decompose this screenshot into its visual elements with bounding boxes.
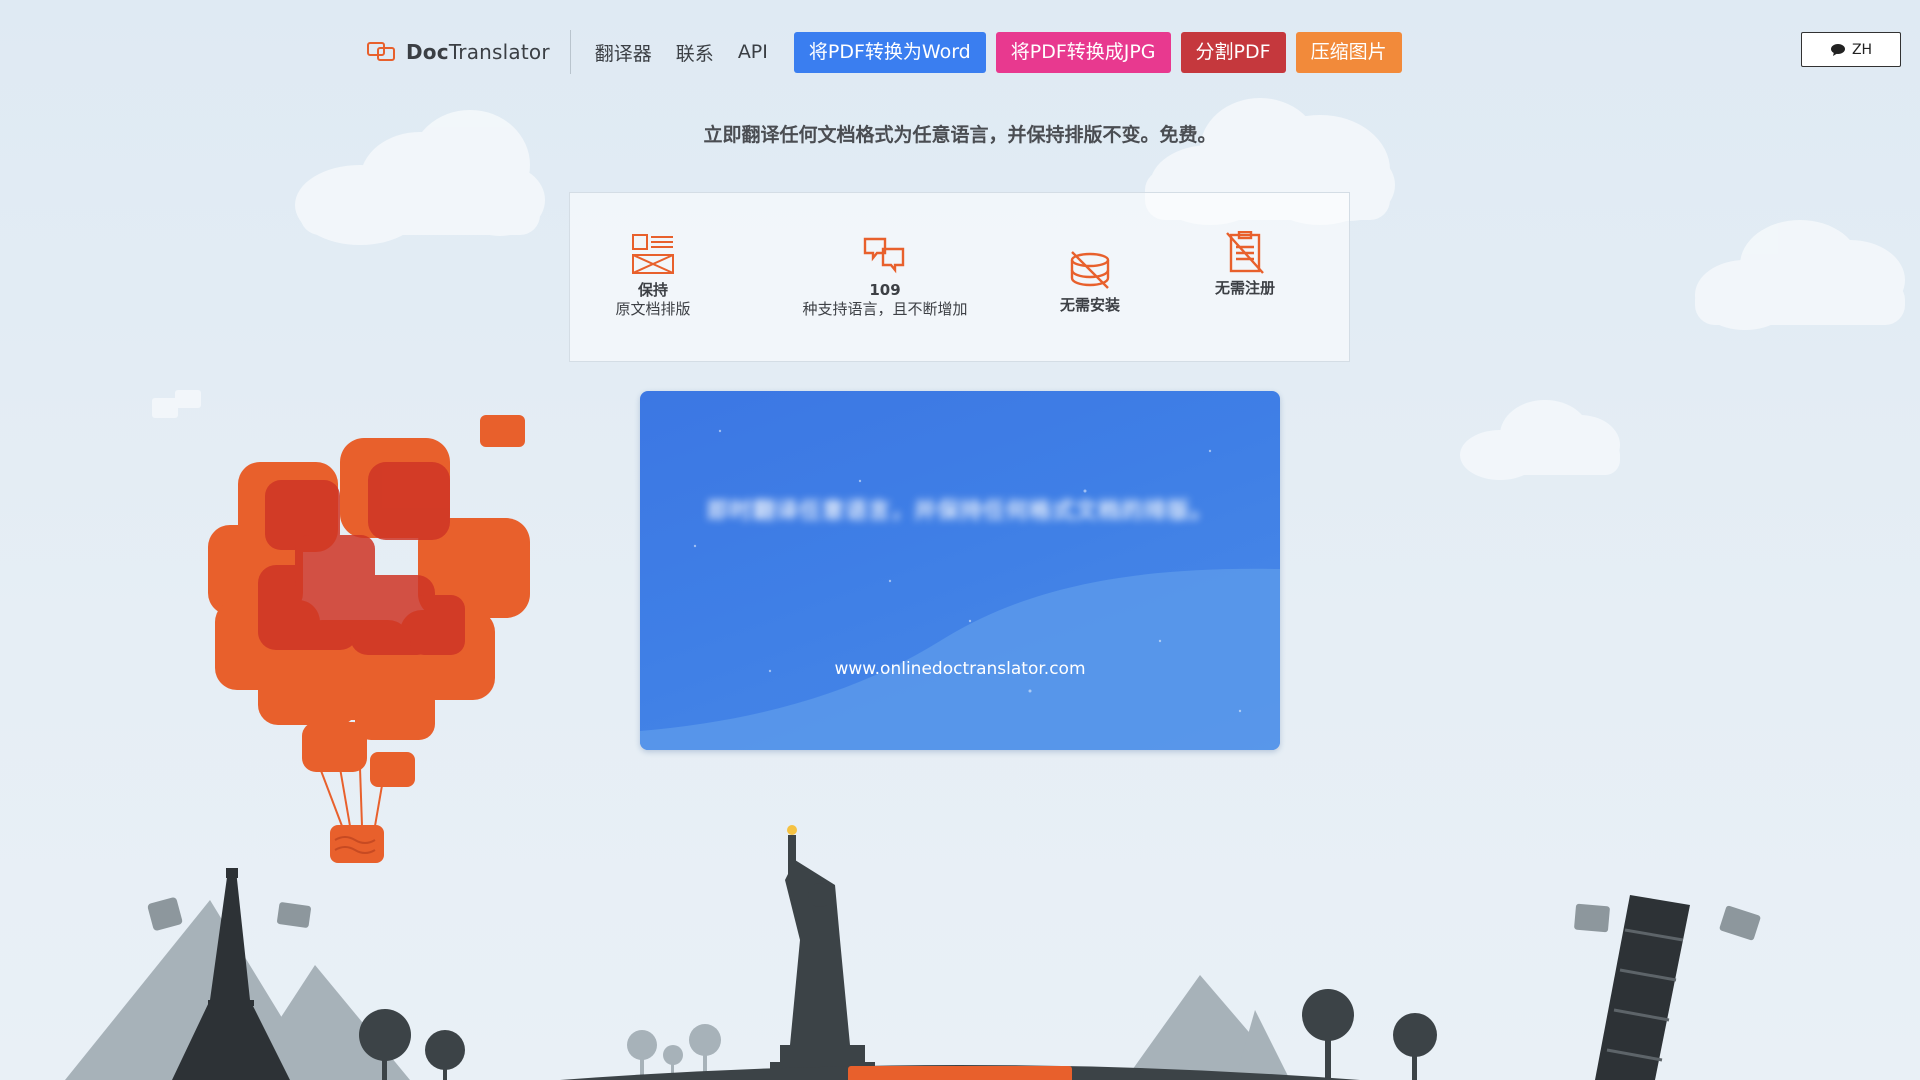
feature-line2: 种支持语言，且不断增加 (802, 300, 968, 318)
language-selector[interactable]: ZH (1801, 32, 1901, 67)
balloon-icon (208, 415, 530, 863)
brand-logo[interactable]: DocTranslator (366, 30, 571, 74)
feature-line1: 无需安装 (1059, 296, 1120, 314)
feature-languages: 109 种支持语言，且不断增加 (785, 233, 985, 319)
compress-image-button[interactable]: 压缩图片 (1295, 31, 1402, 73)
translate-icon (863, 237, 905, 274)
feature-line2: 原文档排版 (615, 300, 691, 318)
no-install-icon (1070, 251, 1110, 289)
bottom-tab[interactable] (848, 1066, 1072, 1080)
split-pdf-button[interactable]: 分割PDF (1180, 31, 1286, 73)
card-headline: 即时翻译任意语言，并保持任何格式文档的排版。 (706, 499, 1213, 524)
nav-link-contact[interactable]: 联系 (676, 39, 714, 66)
upload-card[interactable]: 即时翻译任意语言，并保持任何格式文档的排版。 www.onlinedoctran… (640, 391, 1280, 750)
pisa-tower-icon (1595, 895, 1690, 1080)
card-wave-decoration (640, 429, 1280, 750)
nav-link-translator[interactable]: 翻译器 (595, 39, 652, 66)
no-register-icon (1226, 231, 1264, 274)
feature-keep-layout: 保持 原文档排版 (608, 233, 698, 319)
cloud-icon (1460, 400, 1620, 480)
layout-icon (632, 234, 674, 274)
feature-no-register: 无需注册 (1195, 231, 1295, 298)
feature-line1: 保持 (637, 281, 668, 299)
feature-line1: 无需注册 (1214, 279, 1275, 297)
features-panel: 保持 原文档排版 109 种支持语言，且不断增加 无需安装 无需注册 (569, 192, 1350, 362)
language-code: ZH (1851, 41, 1873, 58)
page-tagline: 立即翻译任何文档格式为任意语言，并保持排版不变。免费。 (703, 124, 1217, 146)
top-nav: DocTranslator 翻译器 联系 API 将PDF转换为Word 将PD… (366, 30, 1402, 74)
pdf-to-word-button[interactable]: 将PDF转换为Word (793, 31, 986, 73)
eiffel-tower-icon (172, 868, 290, 1080)
nav-link-api[interactable]: API (738, 41, 768, 63)
cloud-icon (1695, 220, 1905, 330)
statue-of-liberty-icon (770, 825, 875, 1080)
feature-no-install: 无需安装 (1040, 248, 1140, 315)
feature-line1: 109 (869, 281, 901, 299)
doctranslator-logo-icon (367, 42, 395, 61)
speech-bubble-icon (1830, 43, 1845, 56)
brand-name: DocTranslator (406, 40, 550, 64)
pdf-to-jpg-button[interactable]: 将PDF转换成JPG (995, 31, 1171, 73)
card-url: www.onlinedoctranslator.com (834, 659, 1086, 679)
page-background: DocTranslator 翻译器 联系 API 将PDF转换为Word 将PD… (0, 0, 1920, 1080)
